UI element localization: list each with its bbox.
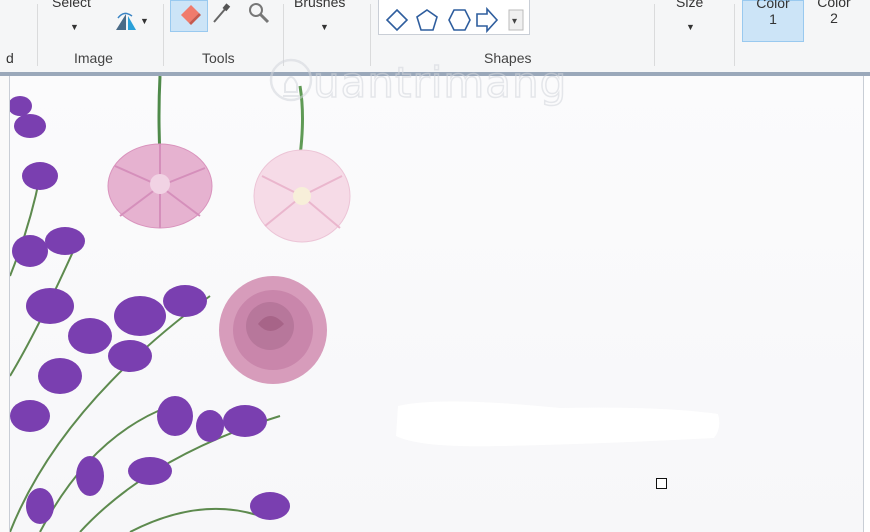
eraser-cursor (656, 478, 667, 489)
brushes-dropdown-icon[interactable]: ▼ (320, 22, 329, 32)
svg-text:▾: ▾ (512, 16, 517, 27)
group-separator (734, 4, 735, 66)
rotate-icon: ▼ (116, 12, 149, 30)
eraser-icon (181, 5, 201, 25)
pink-chrysanthemum-left (107, 76, 213, 229)
color2-number: 2 (830, 10, 838, 26)
arrow-shape-icon (476, 6, 499, 34)
diamond-shape-icon (385, 8, 409, 32)
tools-group-label: Tools (202, 50, 235, 66)
group-separator (654, 4, 655, 66)
pentagon-shape-icon (416, 9, 438, 31)
group-separator (370, 4, 371, 66)
magnifier-icon (249, 3, 270, 24)
clipboard-group-label: d (6, 50, 14, 66)
color1-label: Color (756, 0, 790, 11)
shapes-gallery[interactable]: ▾ (378, 0, 530, 35)
rotate-button[interactable]: ▼ (112, 10, 149, 39)
paint-canvas[interactable] (0, 76, 870, 532)
pink-rose (219, 276, 327, 384)
eraser-button[interactable] (170, 0, 208, 32)
size-dropdown-icon[interactable]: ▼ (686, 22, 695, 32)
canvas-image (8, 76, 720, 532)
white-brush-stroke (396, 401, 720, 447)
size-button-label[interactable]: Size (676, 0, 703, 10)
hexagon-shape-icon (448, 9, 471, 31)
lightbulb-watermark-icon (269, 58, 313, 102)
group-separator (37, 4, 38, 66)
select-dropdown-icon[interactable]: ▼ (70, 22, 79, 32)
color-picker-button[interactable] (210, 2, 232, 31)
group-separator (163, 4, 164, 66)
canvas-right-edge (863, 76, 870, 532)
gallery-more-icon: ▾ (508, 9, 524, 31)
image-group-label: Image (74, 50, 113, 66)
watermark-text: uantrimang (312, 57, 568, 108)
canvas-left-edge (0, 76, 10, 532)
magnifier-button[interactable] (246, 0, 272, 31)
color2-button[interactable]: Color 2 (808, 0, 860, 40)
color1-button[interactable]: Color 1 (742, 0, 804, 42)
color2-label: Color (817, 0, 851, 10)
brushes-button-label[interactable]: Brushes (294, 0, 345, 10)
color1-number: 1 (769, 11, 777, 27)
select-button-label[interactable]: Select (52, 0, 91, 10)
svg-text:▼: ▼ (140, 16, 148, 26)
eyedropper-icon (213, 3, 231, 23)
